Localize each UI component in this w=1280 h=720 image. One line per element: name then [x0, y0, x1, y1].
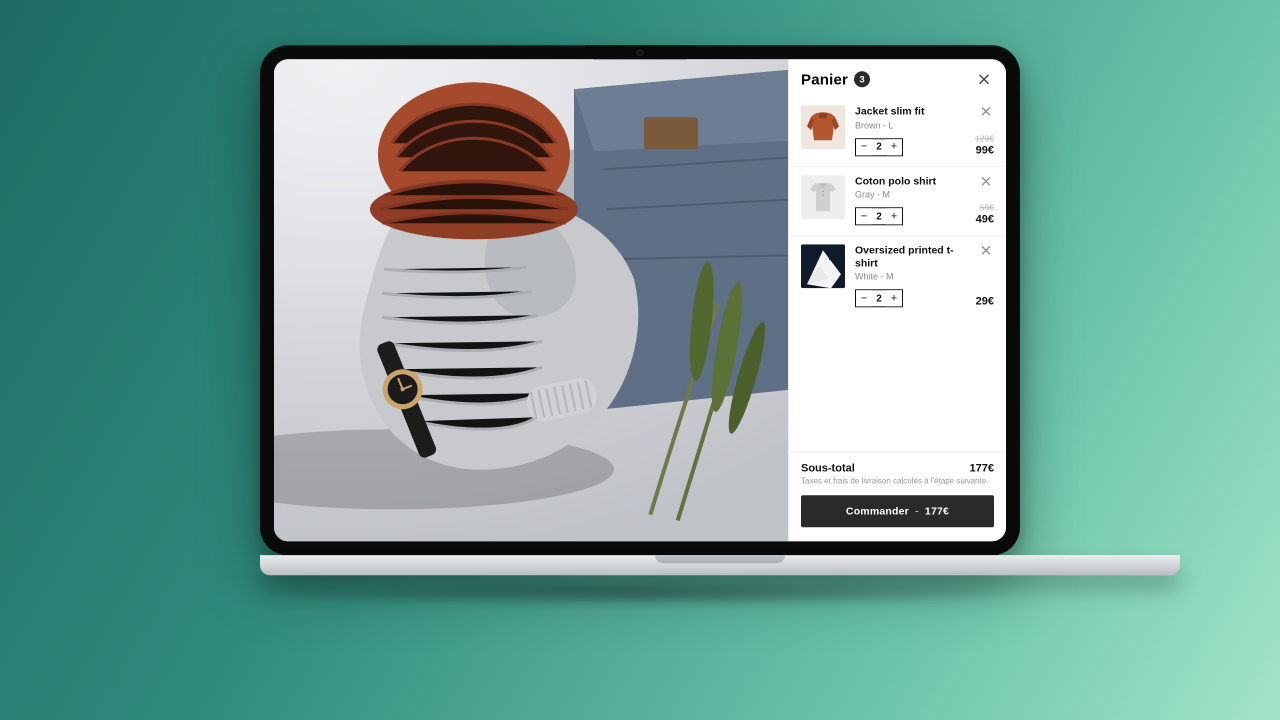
quantity-stepper[interactable]: − 2 + [855, 207, 903, 225]
cart-title: Panier [801, 71, 848, 88]
item-thumbnail [801, 175, 845, 219]
illustration-beanie [370, 82, 578, 239]
laptop-base [260, 555, 1180, 575]
item-compare-price: 59€ [980, 202, 994, 212]
camera-dot [638, 50, 643, 55]
remove-item-button[interactable] [980, 105, 994, 119]
close-icon [977, 72, 991, 86]
tax-note: Taxes et frais de livraison calculés à l… [801, 476, 994, 485]
checkout-button[interactable]: Commander - 177€ [801, 495, 994, 527]
qty-decrease-button[interactable]: − [856, 208, 872, 224]
qty-value: 2 [872, 141, 886, 152]
qty-increase-button[interactable]: + [886, 208, 902, 224]
cart-footer: Sous-total 177€ Taxes et frais de livrai… [789, 451, 1006, 541]
cart-items: Jacket slim fit Brown - L − 2 + [789, 97, 1006, 451]
quantity-stepper[interactable]: − 2 + [855, 138, 903, 156]
item-name: Jacket slim fit [855, 105, 965, 118]
item-compare-price: 129€ [975, 133, 994, 143]
item-variant: White - M [855, 272, 966, 282]
checkout-amount: 177€ [925, 505, 949, 517]
item-variant: Gray - M [855, 189, 966, 199]
item-price: 49€ [976, 213, 994, 225]
qty-increase-button[interactable]: + [886, 139, 902, 155]
item-variant: Brown - L [855, 120, 965, 130]
subtotal-label: Sous-total [801, 462, 855, 474]
cart-panel: Panier 3 [788, 59, 1006, 541]
quantity-stepper[interactable]: − 2 + [855, 290, 903, 308]
item-thumbnail [801, 105, 845, 149]
qty-decrease-button[interactable]: − [856, 139, 872, 155]
hero-image [274, 59, 788, 541]
close-icon [980, 244, 992, 256]
checkout-label: Commander [846, 505, 909, 517]
close-icon [980, 105, 992, 117]
close-icon [980, 175, 992, 187]
close-button[interactable] [974, 69, 994, 89]
qty-value: 2 [872, 293, 886, 304]
item-price: 99€ [976, 144, 994, 156]
screen: Panier 3 [274, 59, 1006, 541]
item-name: Coton polo shirt [855, 175, 966, 188]
subtotal-amount: 177€ [970, 462, 994, 474]
item-price: 29€ [976, 296, 994, 308]
laptop-shadow [260, 579, 1020, 607]
cart-item: Oversized printed t-shirt White - M − 2 … [789, 235, 1006, 317]
remove-item-button[interactable] [980, 175, 994, 189]
cart-header: Panier 3 [789, 59, 1006, 97]
cart-item: Coton polo shirt Gray - M − 2 + [789, 166, 1006, 236]
qty-value: 2 [872, 211, 886, 222]
cart-item: Jacket slim fit Brown - L − 2 + [789, 97, 1006, 166]
qty-decrease-button[interactable]: − [856, 291, 872, 307]
laptop-bezel: Panier 3 [260, 45, 1020, 555]
item-thumbnail [801, 244, 845, 288]
laptop-mockup: Panier 3 [260, 45, 1020, 607]
separator: - [915, 505, 919, 517]
qty-increase-button[interactable]: + [886, 291, 902, 307]
remove-item-button[interactable] [980, 244, 994, 258]
item-name: Oversized printed t-shirt [855, 244, 966, 269]
cart-count-badge: 3 [854, 71, 870, 87]
